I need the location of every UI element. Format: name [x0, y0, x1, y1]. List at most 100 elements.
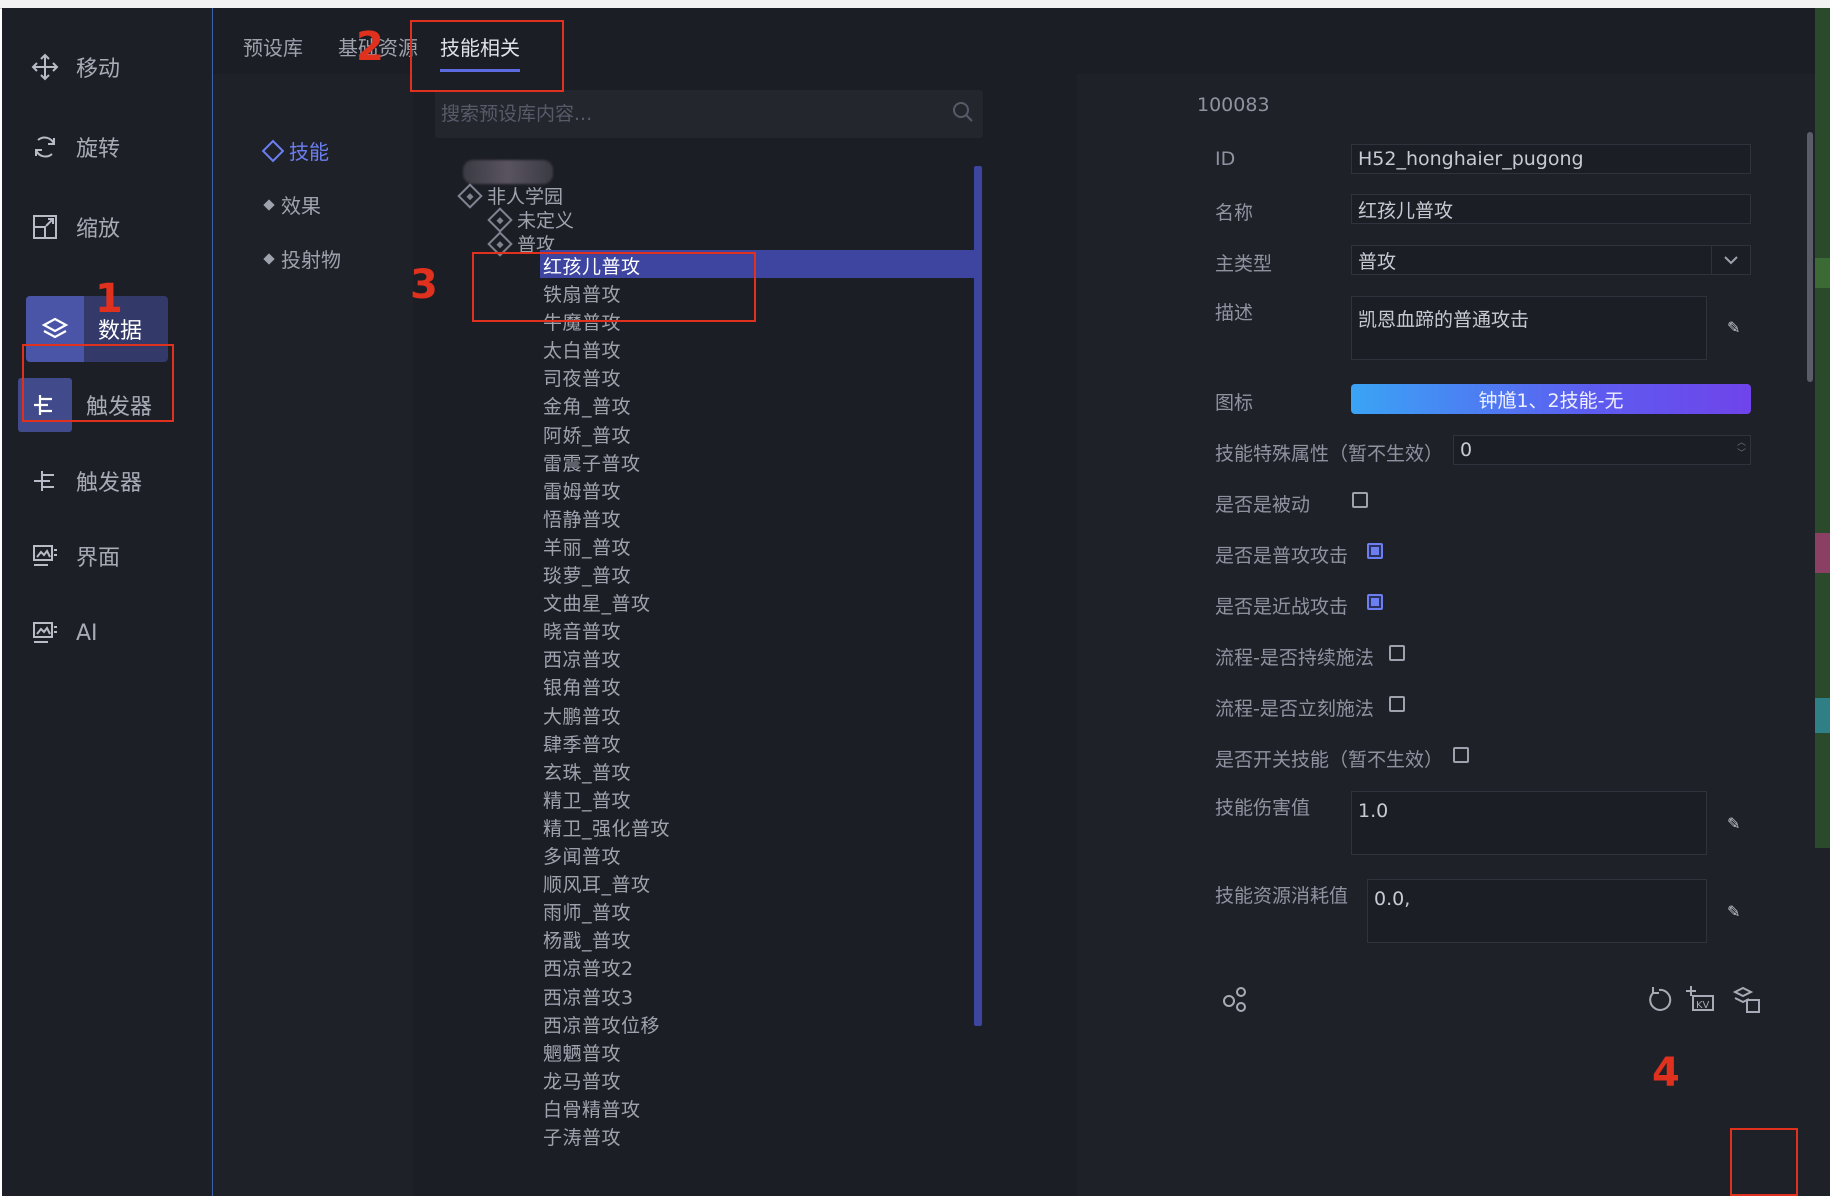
tree-leaf-item[interactable]: 羊丽_普攻 [543, 533, 631, 560]
category-effect-label: 效果 [281, 194, 321, 218]
search-input[interactable] [435, 102, 943, 126]
detail-panel: 100083 ID H52_honghaier_pugong 名称 红孩儿普攻 … [1077, 74, 1815, 1196]
nav-scale-label: 缩放 [76, 217, 121, 242]
edit-pencil-icon[interactable]: ✎ [1727, 318, 1740, 337]
tree-leaf-item[interactable]: 子涛普攻 [543, 1123, 621, 1150]
nav-ui[interactable]: 界面 [28, 523, 178, 589]
right-edge-background [1814, 8, 1830, 1196]
category-skill-label: 技能 [289, 140, 329, 164]
screenshot-frame: 移动 旋转 缩放 数据 触发器 触发器 界面 AI 预设库 基础资源 技能相关 … [0, 0, 1830, 1203]
annotation-number-4: 4 [1652, 1050, 1680, 1096]
tree-leaf-item[interactable]: 肆季普攻 [543, 730, 621, 757]
normal-attack-checkbox[interactable] [1367, 543, 1383, 559]
tree-leaf-item[interactable]: 雷震子普攻 [543, 449, 641, 476]
edit-pencil-icon[interactable]: ✎ [1727, 814, 1740, 833]
tree-node-undefined[interactable]: 未定义 [487, 206, 575, 233]
main-panel: 预设库 基础资源 技能相关 技能 效果 投射物 搜索预设库内容... 非人学园 … [212, 8, 1815, 1196]
tree-leaf-item[interactable]: 西凉普攻 [543, 645, 621, 672]
tree-scrollbar[interactable] [974, 166, 982, 1026]
tree-leaf-item[interactable]: 顺风耳_普攻 [543, 870, 651, 897]
rotate-icon [28, 130, 62, 164]
label-instant: 流程-是否立刻施法 [1215, 698, 1374, 720]
tree-leaf-item[interactable]: 司夜普攻 [543, 364, 621, 391]
tree-leaf-item[interactable]: 西凉普攻位移 [543, 1011, 660, 1038]
tree-leaf-item[interactable]: 银角普攻 [543, 673, 621, 700]
melee-checkbox[interactable] [1367, 594, 1383, 610]
annotation-number-3: 3 [410, 262, 438, 308]
tree-leaf-item[interactable]: 阿娇_普攻 [543, 421, 631, 448]
tree-leaf-item[interactable]: 悟静普攻 [543, 505, 621, 532]
category-effect[interactable]: 效果 [263, 190, 321, 219]
nav-rotate-label: 旋转 [76, 137, 121, 162]
passive-checkbox[interactable] [1352, 492, 1368, 508]
tree-leaf-item[interactable]: 西凉普攻3 [543, 983, 634, 1010]
tree-leaf-item[interactable]: 雨师_普攻 [543, 898, 631, 925]
category-projectile[interactable]: 投射物 [263, 244, 341, 273]
cost-field[interactable]: 0.0, [1367, 879, 1707, 943]
nav-ai-label: AI [76, 620, 98, 646]
tree-node-root-label: 非人学园 [487, 186, 564, 208]
tree-leaf-item[interactable]: 魍魉普攻 [543, 1039, 621, 1066]
id-field[interactable]: H52_honghaier_pugong [1351, 144, 1751, 174]
toggle-skill-checkbox[interactable] [1453, 747, 1469, 763]
tree-leaf-item[interactable]: 精卫_强化普攻 [543, 814, 670, 841]
label-damage: 技能伤害值 [1215, 797, 1311, 819]
tree-leaf-item[interactable]: 晓音普攻 [543, 617, 621, 644]
tree-leaf-item[interactable]: 玄珠_普攻 [543, 758, 631, 785]
nav-scale[interactable]: 缩放 [28, 194, 178, 260]
label-melee: 是否是近战攻击 [1215, 596, 1349, 618]
chevron-down-icon[interactable] [1711, 245, 1750, 275]
category-list: 技能 效果 投射物 [213, 74, 413, 1196]
tree-leaf-item[interactable]: 白骨精普攻 [543, 1095, 641, 1122]
nav-ai[interactable]: AI [28, 600, 178, 666]
label-normal-attack: 是否是普攻攻击 [1215, 545, 1349, 567]
record-id: 100083 [1197, 94, 1270, 116]
tree-leaf-item[interactable]: 西凉普攻2 [543, 954, 634, 981]
share-nodes-icon[interactable] [1221, 984, 1251, 1021]
tree-leaf-item[interactable]: 雷姆普攻 [543, 477, 621, 504]
label-name: 名称 [1215, 202, 1254, 224]
reset-icon[interactable] [1645, 984, 1675, 1021]
tree-leaf-item[interactable]: 龙马普攻 [543, 1067, 621, 1094]
tree-leaf-item[interactable]: 杨戬_普攻 [543, 926, 631, 953]
tree-leaf-item[interactable]: 太白普攻 [543, 336, 621, 363]
ui-icon [28, 539, 62, 573]
nav-rotate[interactable]: 旋转 [28, 114, 178, 180]
nav-trigger-2-label: 触发器 [76, 471, 143, 496]
desc-field[interactable]: 凯恩血蹄的普通攻击 [1351, 296, 1707, 360]
tree-leaf-item[interactable]: 文曲星_普攻 [543, 589, 651, 616]
label-special: 技能特殊属性（暂不生效） [1215, 443, 1444, 465]
search-icon[interactable] [943, 101, 983, 128]
svg-text:KV: KV [1696, 1000, 1710, 1011]
stepper-arrows-icon[interactable]: ︿ ﹀ [1737, 438, 1746, 460]
tree-leaf-item[interactable]: 金角_普攻 [543, 392, 631, 419]
bullet-icon [263, 198, 275, 211]
main-type-value: 普攻 [1358, 250, 1397, 273]
label-main-type: 主类型 [1215, 253, 1273, 275]
detail-scrollbar[interactable] [1807, 132, 1813, 1132]
continuous-cast-checkbox[interactable] [1389, 645, 1405, 661]
nav-move[interactable]: 移动 [28, 34, 178, 100]
nav-trigger-2[interactable]: 触发器 [28, 448, 178, 514]
special-attr-stepper[interactable]: 0 ︿ ﹀ [1453, 435, 1751, 465]
edit-pencil-icon[interactable]: ✎ [1727, 902, 1740, 921]
label-continuous: 流程-是否持续施法 [1215, 647, 1374, 669]
tree-node-root[interactable]: 非人学园 [457, 182, 564, 209]
instant-cast-checkbox[interactable] [1389, 696, 1405, 712]
tree-leaf-item[interactable]: 多闻普攻 [543, 842, 621, 869]
tab-preset-library[interactable]: 预设库 [243, 32, 303, 61]
damage-field[interactable]: 1.0 [1351, 791, 1707, 855]
category-skill[interactable]: 技能 [261, 136, 329, 165]
label-icon: 图标 [1215, 392, 1254, 414]
search-box [435, 90, 983, 138]
tree-node-undefined-label: 未定义 [517, 210, 575, 232]
tree-leaf-item[interactable]: 精卫_普攻 [543, 786, 631, 813]
name-field[interactable]: 红孩儿普攻 [1351, 194, 1751, 224]
add-kv-icon[interactable]: KV [1685, 982, 1717, 1021]
main-type-select[interactable]: 普攻 [1351, 245, 1751, 275]
icon-select-button[interactable]: 钟馗1、2技能-无 [1351, 384, 1751, 414]
tree-leaf-item[interactable]: 大鹏普攻 [543, 702, 621, 729]
bullet-icon [263, 252, 275, 265]
tree-leaf-item[interactable]: 琰萝_普攻 [543, 561, 631, 588]
copy-asset-icon[interactable] [1731, 984, 1763, 1023]
